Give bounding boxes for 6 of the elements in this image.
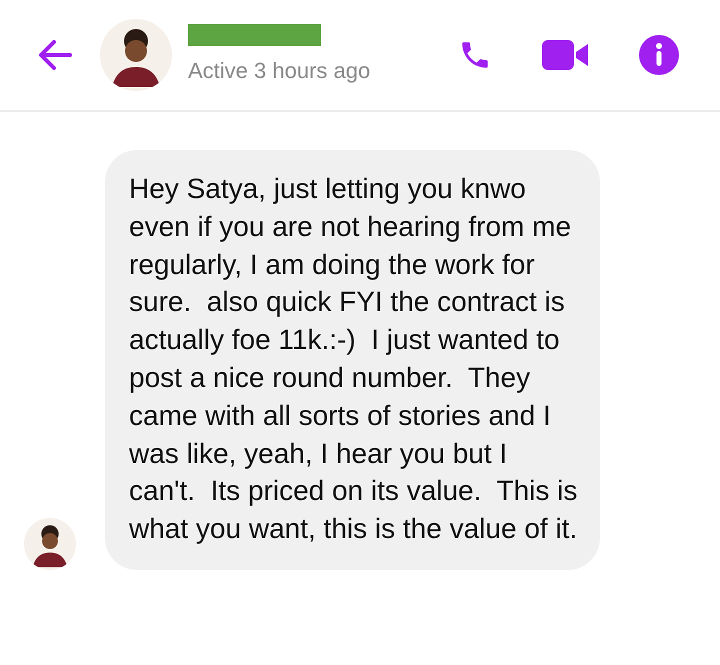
avatar[interactable] (100, 19, 172, 91)
video-call-button[interactable] (542, 40, 588, 70)
active-status: Active 3 hours ago (188, 56, 370, 85)
avatar (24, 518, 76, 570)
message-bubble: Hey Satya, just letting you knwo even if you are not hearing from me regularly, I am doing the work for sure. also quick FYI the contract is actually foe 11k.:-) I just wanted to post a nice round number. They came with all sorts of stories and I was like, yeah, I hear you but I can't. Its priced on its value. This is what you want, this is the value of it. (105, 150, 600, 570)
info-button[interactable] (638, 34, 680, 76)
